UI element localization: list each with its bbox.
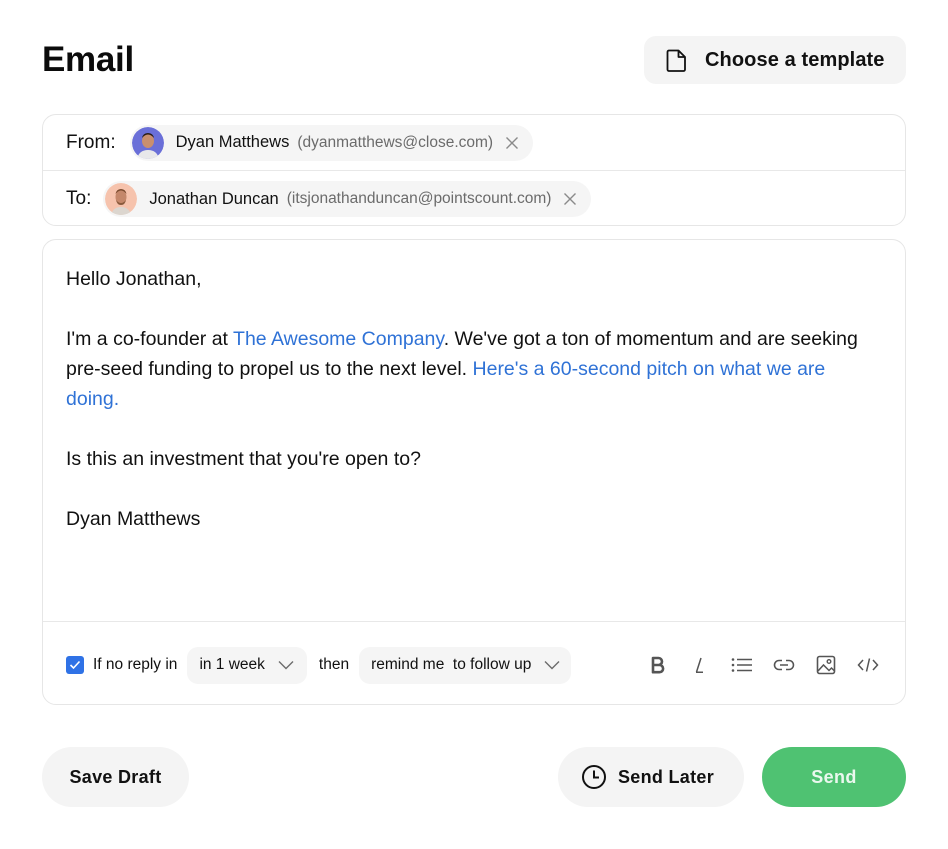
from-email: (dyanmatthews@close.com) <box>297 133 494 151</box>
avatar <box>105 183 138 215</box>
follow-up-when-value: in 1 week <box>199 656 265 673</box>
page-title: Email <box>42 40 134 79</box>
follow-up-prefix: If no reply in <box>93 656 178 673</box>
close-icon[interactable] <box>563 192 577 206</box>
from-name: Dyan Matthews <box>175 133 290 151</box>
follow-up-when-select[interactable]: in 1 week <box>187 646 307 684</box>
from-label: From: <box>66 131 116 153</box>
italic-icon[interactable] <box>687 652 713 678</box>
image-icon[interactable] <box>813 652 839 678</box>
to-chip[interactable]: Jonathan Duncan (itsjonathanduncan@point… <box>103 181 592 217</box>
to-row: To: Jonathan Duncan (itsjonathanduncan@p… <box>43 171 905 227</box>
list-icon[interactable] <box>729 652 755 678</box>
composer-footer: If no reply in in 1 week then remind me … <box>43 621 905 705</box>
close-icon[interactable] <box>505 136 519 150</box>
document-icon <box>666 48 688 72</box>
from-chip[interactable]: Dyan Matthews (dyanmatthews@close.com) <box>129 124 534 161</box>
from-row: From: Dyan Matthews (dyanmatthews@close.… <box>43 115 905 171</box>
choose-template-button[interactable]: Choose a template <box>644 36 906 84</box>
avatar <box>131 126 164 159</box>
follow-up-action-select[interactable]: remind me to follow up <box>359 646 572 684</box>
chevron-down-icon <box>277 659 295 671</box>
body-text-segment: I'm a co-founder at <box>66 328 234 350</box>
formatting-toolbar <box>629 652 881 678</box>
save-draft-button[interactable]: Save Draft <box>42 747 189 807</box>
greeting: Hello Jonathan, <box>66 268 202 290</box>
follow-up-connector: then <box>318 656 350 673</box>
body-paragraph: I'm a co-founder at The Awesome Company.… <box>66 324 866 414</box>
email-composer: Hello Jonathan, I'm a co-founder at The … <box>42 239 906 705</box>
link-icon[interactable] <box>771 652 797 678</box>
follow-up-rule: If no reply in in 1 week then remind me … <box>66 646 572 684</box>
follow-up-action-value: remind me to follow up <box>371 656 532 673</box>
email-body[interactable]: Hello Jonathan, I'm a co-founder at The … <box>66 264 866 534</box>
signature: Dyan Matthews <box>66 508 201 530</box>
choose-template-label: Choose a template <box>705 48 885 71</box>
to-label: To: <box>66 188 92 209</box>
question-paragraph: Is this an investment that you're open t… <box>66 448 421 470</box>
chevron-down-icon <box>543 659 561 671</box>
company-link[interactable]: The Awesome Company <box>233 328 444 350</box>
clock-icon <box>581 764 607 790</box>
send-later-label: Send Later <box>618 766 715 787</box>
send-later-button[interactable]: Send Later <box>558 747 744 807</box>
to-name: Jonathan Duncan <box>149 189 279 208</box>
recipients-panel: From: Dyan Matthews (dyanmatthews@close.… <box>42 114 906 226</box>
code-icon[interactable] <box>855 652 881 678</box>
bold-icon[interactable] <box>645 652 671 678</box>
send-button[interactable]: Send <box>762 747 906 807</box>
to-email: (itsjonathanduncan@pointscount.com) <box>286 190 552 207</box>
follow-up-checkbox[interactable] <box>66 656 84 674</box>
